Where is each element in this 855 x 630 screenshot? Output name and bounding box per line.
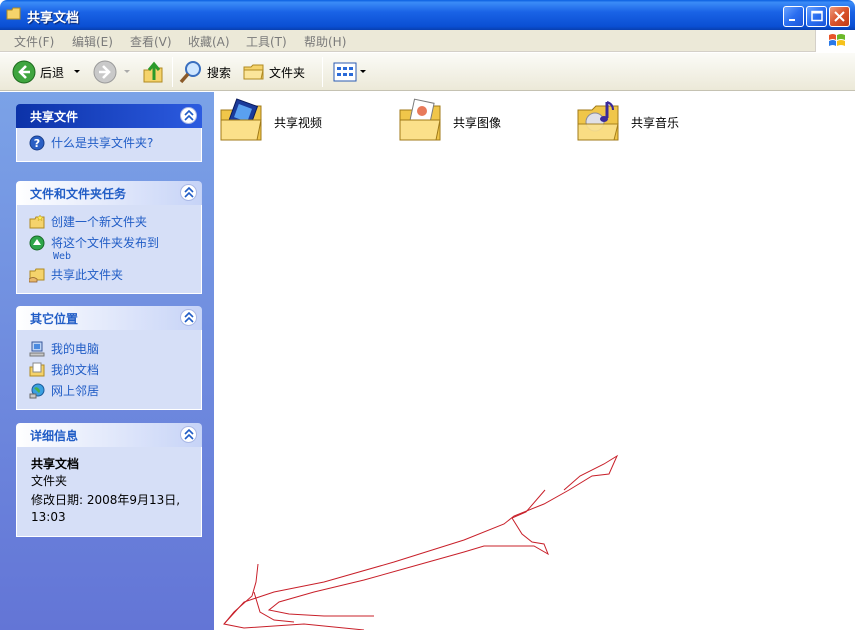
panel-tasks: 文件和文件夹任务 创建一个新文件夹 将这个文件夹发布到 Web 共享此文件夹 xyxy=(16,181,202,294)
panel-title: 详细信息 xyxy=(30,429,79,443)
panel-title: 其它位置 xyxy=(30,312,79,326)
menu-edit[interactable]: 编辑(E) xyxy=(72,33,113,50)
chevron-down-icon xyxy=(360,70,366,73)
share-folder-icon xyxy=(29,268,45,283)
views-button[interactable] xyxy=(333,59,367,85)
panel-tasks-header[interactable]: 文件和文件夹任务 xyxy=(16,181,202,205)
up-folder-button[interactable] xyxy=(142,59,164,85)
back-label: 后退 xyxy=(40,65,65,80)
menu-tools[interactable]: 工具(T) xyxy=(246,33,287,50)
place-my-documents[interactable]: 我的文档 xyxy=(17,359,201,380)
collapse-chevron-icon[interactable] xyxy=(180,184,197,201)
collapse-chevron-icon[interactable] xyxy=(180,309,197,326)
views-icon xyxy=(333,62,357,82)
close-button[interactable] xyxy=(829,6,850,27)
back-button[interactable]: 后退 xyxy=(12,59,82,85)
panel-details: 详细信息 共享文档 文件夹 修改日期: 2008年9月13日, 13:03 xyxy=(16,423,202,537)
svg-text:?: ? xyxy=(34,137,40,150)
back-arrow-icon xyxy=(12,60,36,84)
minimize-button[interactable] xyxy=(783,6,804,27)
panel-body: 我的电脑 我的文档 网上邻居 xyxy=(16,330,202,410)
computer-icon xyxy=(29,341,45,357)
folder-content[interactable]: 共享视频 共享图像 共享音乐 xyxy=(214,92,855,630)
panel-title: 共享文件 xyxy=(30,110,79,124)
title-bar[interactable]: 共享文档 xyxy=(0,0,855,30)
folders-label: 文件夹 xyxy=(269,65,306,80)
minimize-icon xyxy=(789,19,795,21)
freehand-sketch xyxy=(223,454,619,630)
panel-body: ? 什么是共享文件夹? xyxy=(16,128,202,162)
panel-places: 其它位置 我的电脑 我的文档 网上邻居 xyxy=(16,306,202,410)
menu-view[interactable]: 查看(V) xyxy=(130,33,172,50)
windows-logo xyxy=(815,30,855,52)
task-publish-web[interactable]: 将这个文件夹发布到 xyxy=(17,232,201,253)
toolbar-separator xyxy=(172,57,173,87)
task-share-folder[interactable]: 共享此文件夹 xyxy=(17,262,201,285)
forward-arrow-icon xyxy=(93,60,117,84)
place-network[interactable]: 网上邻居 xyxy=(17,380,201,401)
detail-name: 共享文档 xyxy=(31,457,80,471)
window-title: 共享文档 xyxy=(27,11,80,26)
chevron-down-icon[interactable] xyxy=(72,68,82,76)
toolbar-separator xyxy=(322,57,323,87)
menu-file[interactable]: 文件(F) xyxy=(14,33,54,50)
maximize-icon xyxy=(811,10,823,22)
menu-bar: 文件(F) 编辑(E) 查看(V) 收藏(A) 工具(T) 帮助(H) xyxy=(0,30,855,52)
task-label: 什么是共享文件夹? xyxy=(51,136,154,150)
network-icon xyxy=(29,383,45,399)
maximize-button[interactable] xyxy=(806,6,827,27)
folders-icon xyxy=(243,64,264,80)
close-icon xyxy=(834,11,845,22)
panel-title: 文件和文件夹任务 xyxy=(30,187,127,201)
folders-button[interactable]: 文件夹 xyxy=(243,59,305,85)
publish-web-icon xyxy=(29,235,45,251)
task-label: 创建一个新文件夹 xyxy=(51,215,148,229)
panel-body: 创建一个新文件夹 将这个文件夹发布到 Web 共享此文件夹 xyxy=(16,205,202,294)
panel-details-header[interactable]: 详细信息 xyxy=(16,423,202,447)
place-label: 我的电脑 xyxy=(51,342,100,356)
search-button[interactable]: 搜索 xyxy=(179,59,231,85)
detail-modified: 修改日期: 2008年9月13日, xyxy=(31,493,181,507)
forward-button[interactable] xyxy=(93,59,132,85)
panel-places-header[interactable]: 其它位置 xyxy=(16,306,202,330)
detail-type: 文件夹 xyxy=(31,474,68,488)
chevron-down-icon[interactable] xyxy=(122,68,132,76)
toolbar: 后退 搜索 文件夹 xyxy=(0,53,855,91)
search-icon xyxy=(179,61,201,84)
task-publish-web-sub[interactable]: Web xyxy=(53,251,201,262)
help-icon: ? xyxy=(29,135,45,151)
task-label: 共享此文件夹 xyxy=(51,268,124,282)
menu-favorites[interactable]: 收藏(A) xyxy=(188,33,230,50)
search-label: 搜索 xyxy=(207,65,232,80)
task-label: 将这个文件夹发布到 xyxy=(51,236,160,250)
panel-shared: 共享文件 ? 什么是共享文件夹? xyxy=(16,104,202,162)
task-new-folder[interactable]: 创建一个新文件夹 xyxy=(17,213,201,232)
detail-time: 13:03 xyxy=(31,510,66,524)
documents-icon xyxy=(29,362,45,377)
task-pane: 共享文件 ? 什么是共享文件夹? 文件和文件夹任务 创建一个新文件夹 将这个文件… xyxy=(0,92,214,630)
place-my-computer[interactable]: 我的电脑 xyxy=(17,340,201,359)
menu-help[interactable]: 帮助(H) xyxy=(304,33,346,50)
new-folder-icon xyxy=(29,214,45,229)
panel-shared-header[interactable]: 共享文件 xyxy=(16,104,202,128)
place-label: 网上邻居 xyxy=(51,384,100,398)
folder-icon xyxy=(6,7,21,20)
up-folder-icon xyxy=(143,61,163,83)
windows-flag-icon xyxy=(829,34,845,46)
task-what-is-shared-folder[interactable]: ? 什么是共享文件夹? xyxy=(17,134,201,153)
collapse-chevron-icon[interactable] xyxy=(180,426,197,443)
place-label: 我的文档 xyxy=(51,363,100,377)
collapse-chevron-icon[interactable] xyxy=(180,107,197,124)
panel-body: 共享文档 文件夹 修改日期: 2008年9月13日, 13:03 xyxy=(16,447,202,537)
